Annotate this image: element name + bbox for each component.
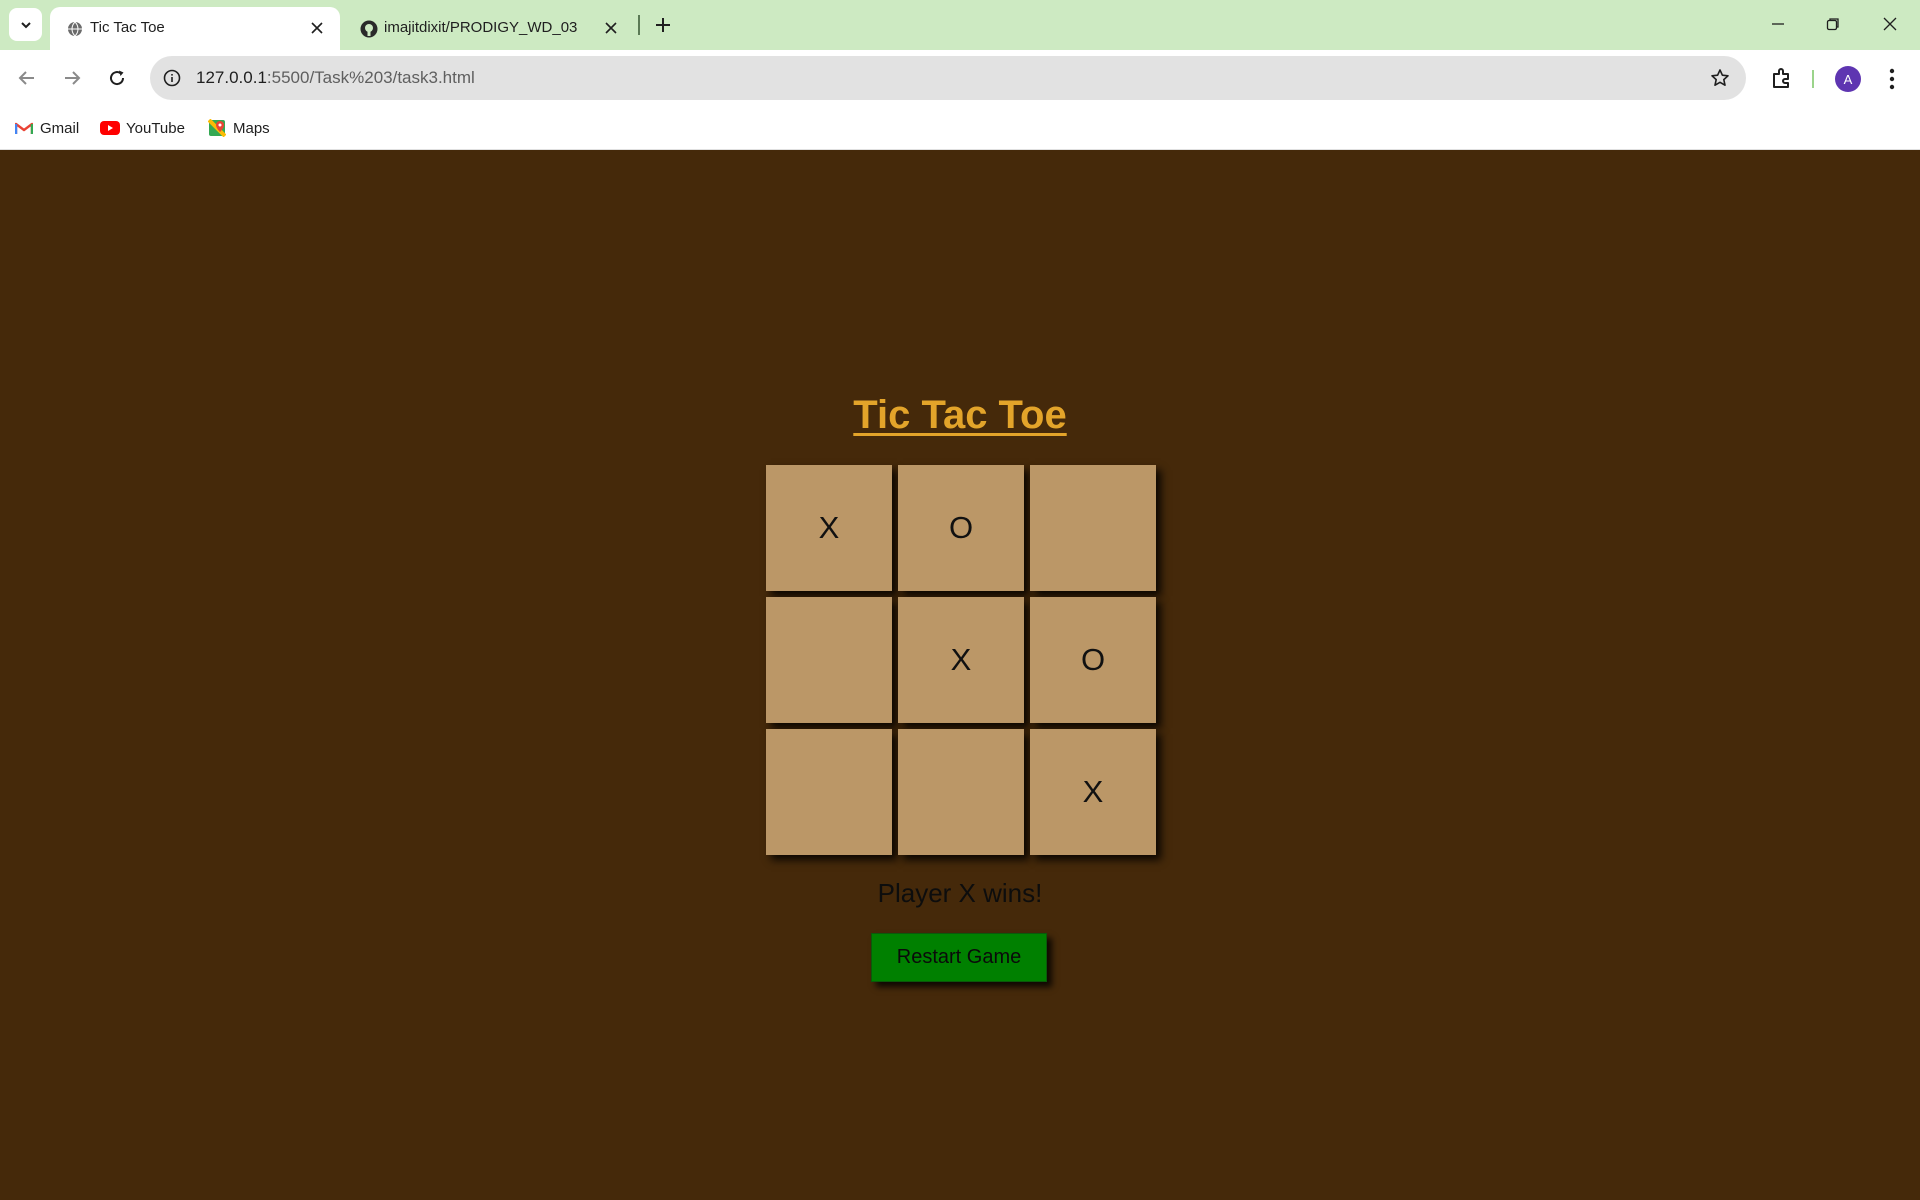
extensions-icon[interactable] xyxy=(1768,64,1796,92)
board-cell-2-2[interactable]: X xyxy=(898,597,1024,723)
board-cell-1-1[interactable]: X xyxy=(766,465,892,591)
board-cell-2-3[interactable]: O xyxy=(1030,597,1156,723)
tab-strip: Tic Tac Toe imajitdixit/PRODIGY_WD_03 xyxy=(0,0,1920,50)
reload-button[interactable] xyxy=(101,62,133,94)
kebab-menu-icon[interactable] xyxy=(1880,64,1904,94)
chevron-down-icon xyxy=(20,21,31,28)
bookmark-label: Gmail xyxy=(40,119,80,137)
board-cell-3-1[interactable] xyxy=(766,729,892,855)
tab-title: Tic Tac Toe xyxy=(90,19,165,36)
bookmark-star-icon[interactable] xyxy=(1708,66,1732,90)
bookmarks-bar: Gmail YouTube Maps xyxy=(0,106,1920,150)
plus-icon xyxy=(656,18,670,32)
arrow-right-icon xyxy=(65,71,81,85)
forward-button[interactable] xyxy=(56,62,88,94)
profile-avatar[interactable]: A xyxy=(1835,66,1861,92)
youtube-icon xyxy=(100,119,120,137)
reload-icon xyxy=(110,70,125,86)
restore-button[interactable] xyxy=(1811,5,1855,43)
close-window-button[interactable] xyxy=(1868,5,1912,43)
address-bar[interactable]: 127.0.0.1:5500/Task%203/task3.html xyxy=(150,56,1746,100)
board-cell-2-1[interactable] xyxy=(766,597,892,723)
close-icon xyxy=(1883,17,1897,31)
game-title: Tic Tac Toe xyxy=(853,393,1067,437)
bookmark-label: Maps xyxy=(233,119,270,137)
toolbar-separator xyxy=(1812,70,1814,88)
bookmark-label: YouTube xyxy=(126,119,185,137)
site-info-icon[interactable] xyxy=(162,68,182,88)
restart-game-button[interactable]: Restart Game xyxy=(871,933,1047,982)
tab-tic-tac-toe[interactable]: Tic Tac Toe xyxy=(50,7,340,50)
game-board: X O X O X xyxy=(766,465,1156,855)
maps-icon xyxy=(207,119,227,137)
minimize-icon xyxy=(1772,23,1784,25)
close-tab-icon[interactable] xyxy=(306,17,328,39)
game-status: Player X wins! xyxy=(877,878,1043,908)
tab-title: imajitdixit/PRODIGY_WD_03 xyxy=(384,19,578,36)
browser-toolbar: 127.0.0.1:5500/Task%203/task3.html xyxy=(0,50,1920,106)
url-host: 127.0.0.1 xyxy=(196,68,267,87)
tab-separator xyxy=(638,15,640,35)
board-cell-1-3[interactable] xyxy=(1030,465,1156,591)
restore-icon xyxy=(1826,18,1839,31)
page-content: Tic Tac Toe X O X O X Player X wins! Res… xyxy=(0,150,1920,1200)
github-icon xyxy=(360,20,378,38)
board-cell-3-2[interactable] xyxy=(898,729,1024,855)
bookmark-youtube[interactable]: YouTube xyxy=(100,116,185,140)
board-cell-3-3[interactable]: X xyxy=(1030,729,1156,855)
board-cell-1-2[interactable]: O xyxy=(898,465,1024,591)
bookmark-gmail[interactable]: Gmail xyxy=(14,116,79,140)
tab-search-button[interactable] xyxy=(9,8,42,41)
back-button[interactable] xyxy=(11,62,43,94)
arrow-left-icon xyxy=(18,71,34,85)
new-tab-button[interactable] xyxy=(650,12,676,38)
url-path: :5500/Task%203/task3.html xyxy=(266,68,475,87)
bookmark-maps[interactable]: Maps xyxy=(207,116,270,140)
url-text: 127.0.0.1:5500/Task%203/task3.html xyxy=(196,68,475,88)
tab-github[interactable]: imajitdixit/PRODIGY_WD_03 xyxy=(344,7,634,50)
minimize-button[interactable] xyxy=(1756,5,1800,43)
close-tab-icon[interactable] xyxy=(600,17,622,39)
globe-icon xyxy=(66,20,84,38)
gmail-icon xyxy=(14,119,34,137)
